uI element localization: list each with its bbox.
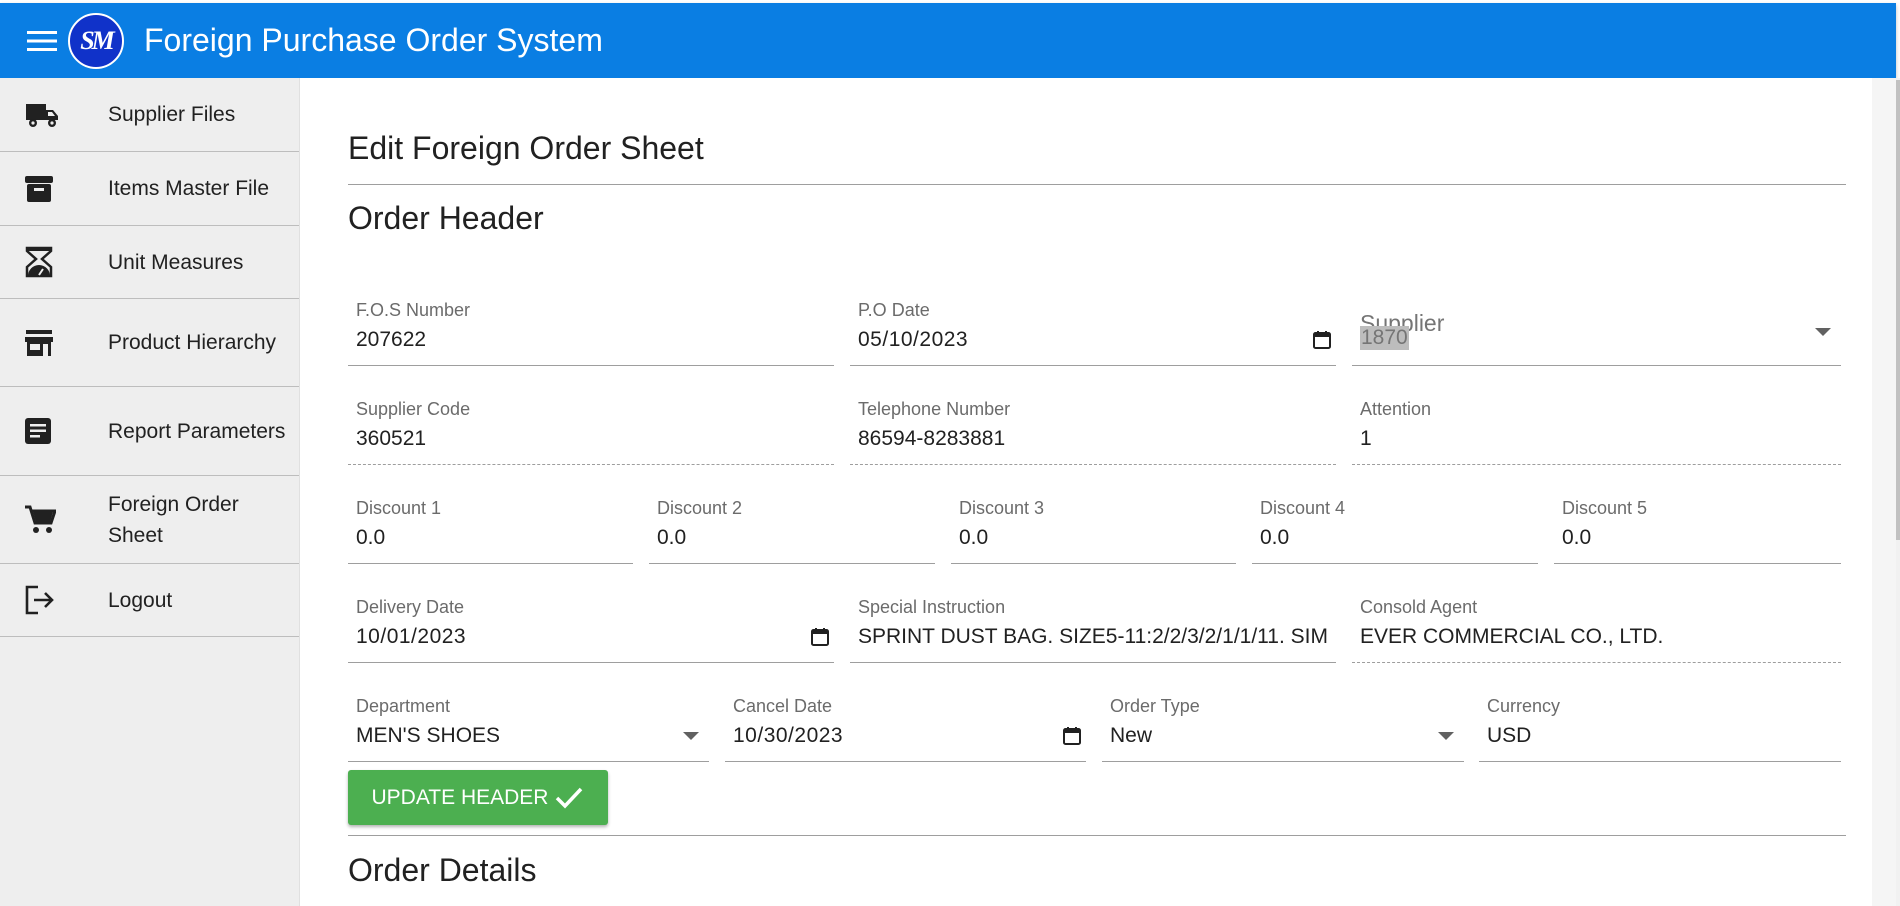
store-icon <box>0 329 108 357</box>
field-label: Discount 5 <box>1562 498 1648 518</box>
sidebar-item-label: Unit Measures <box>108 250 244 274</box>
consold-agent-field: Consold Agent EVER COMMERCIAL CO., LTD. <box>1352 593 1841 663</box>
field-label: Consold Agent <box>1360 597 1478 617</box>
order-header-title: Order Header <box>348 200 544 236</box>
field-value: SPRINT DUST BAG. SIZE5-11:2/2/3/2/1/1/11… <box>858 625 1328 648</box>
sidebar-item-label: Items Master File <box>108 177 270 200</box>
field-value: 86594-8283881 <box>858 427 1006 450</box>
supplier-code-field: Supplier Code 360521 <box>348 395 834 465</box>
supplier-select[interactable]: Supplier 1870 <box>1352 296 1841 366</box>
chevron-down-icon <box>1438 732 1454 740</box>
delivery-date-field[interactable]: Delivery Date 10/01/2023 <box>348 593 834 663</box>
field-label: Currency <box>1487 696 1561 716</box>
field-value: USD <box>1487 724 1532 747</box>
sidebar: Supplier Files Items Master File Unit Me… <box>0 78 300 906</box>
app-title: Foreign Purchase Order System <box>144 22 603 58</box>
sidebar-item-unit-measures[interactable]: Unit Measures <box>0 226 299 299</box>
field-label: Order Type <box>1110 696 1200 716</box>
field-value: 0.0 <box>1260 526 1290 549</box>
field-label: Discount 2 <box>657 498 743 518</box>
field-value: New <box>1110 724 1153 747</box>
telephone-field: Telephone Number 86594-8283881 <box>850 395 1336 465</box>
archive-icon <box>0 174 108 204</box>
sidebar-item-label: Report Parameters <box>108 419 286 443</box>
discount-3-field[interactable]: Discount 3 0.0 <box>951 494 1236 564</box>
sidebar-item-label: Product Hierarchy <box>108 331 277 354</box>
department-select[interactable]: Department MEN'S SHOES <box>348 692 709 762</box>
field-label: Telephone Number <box>858 399 1011 419</box>
field-value: 0.0 <box>959 526 989 549</box>
sidebar-item-label: Supplier Files <box>108 103 236 126</box>
field-label: Attention <box>1360 399 1432 419</box>
field-value: 10/01/2023 <box>356 625 467 648</box>
title-divider <box>348 184 1846 185</box>
sm-logo: SM <box>68 12 124 69</box>
fos-number-field[interactable]: F.O.S Number 207622 <box>348 296 834 366</box>
chevron-down-icon <box>683 732 699 740</box>
details-divider <box>348 835 1846 836</box>
field-label: Cancel Date <box>733 696 833 716</box>
po-date-field[interactable]: P.O Date 05/10/2023 <box>850 296 1336 366</box>
cancel-date-field[interactable]: Cancel Date 10/30/2023 <box>725 692 1086 762</box>
chevron-down-icon <box>1815 328 1831 336</box>
field-label: P.O Date <box>858 300 930 320</box>
app-bar: SM Foreign Purchase Order System <box>0 3 1896 78</box>
calendar-icon[interactable] <box>810 627 830 652</box>
field-value: 0.0 <box>356 526 386 549</box>
main-content: Edit Foreign Order Sheet Order Header F.… <box>300 78 1872 906</box>
truck-icon <box>0 102 108 128</box>
page-margin <box>1872 78 1896 906</box>
hamburger-icon <box>27 30 57 51</box>
menu-button[interactable] <box>18 17 66 65</box>
scrollbar-thumb[interactable] <box>1896 80 1900 540</box>
sidebar-item-product-hierarchy[interactable]: Product Hierarchy <box>0 299 299 387</box>
update-header-button[interactable]: UPDATE HEADER <box>348 770 608 825</box>
discount-4-field[interactable]: Discount 4 0.0 <box>1252 494 1538 564</box>
field-value: 1 <box>1360 427 1372 450</box>
order-details-title: Order Details <box>348 852 537 888</box>
field-value: 0.0 <box>1562 526 1592 549</box>
order-type-select[interactable]: Order Type New <box>1102 692 1464 762</box>
field-label: Discount 3 <box>959 498 1045 518</box>
field-label: F.O.S Number <box>356 300 471 320</box>
field-value: MEN'S SHOES <box>356 724 501 747</box>
field-value: 207622 <box>356 328 427 351</box>
field-label: Discount 4 <box>1260 498 1346 518</box>
sidebar-item-logout[interactable]: Logout <box>0 564 299 637</box>
update-header-label: UPDATE HEADER <box>371 785 549 809</box>
field-label: Discount 1 <box>356 498 442 518</box>
sidebar-item-foreign-order-sheet[interactable]: Foreign Order Sheet <box>0 476 299 564</box>
logout-icon <box>0 585 108 615</box>
document-icon <box>0 417 108 445</box>
discount-2-field[interactable]: Discount 2 0.0 <box>649 494 935 564</box>
field-value: 10/30/2023 <box>733 724 844 747</box>
supplier-value: 1870 <box>1360 326 1409 350</box>
calendar-icon[interactable] <box>1312 330 1332 355</box>
discount-1-field[interactable]: Discount 1 0.0 <box>348 494 633 564</box>
checkmark-icon <box>556 787 583 809</box>
sidebar-item-supplier-files[interactable]: Supplier Files <box>0 78 299 152</box>
field-label: Delivery Date <box>356 597 465 617</box>
scale-icon <box>0 246 108 278</box>
field-value: 360521 <box>356 427 427 450</box>
field-label: Department <box>356 696 451 716</box>
field-value: 0.0 <box>657 526 687 549</box>
sidebar-item-items-master-file[interactable]: Items Master File <box>0 152 299 226</box>
sidebar-item-label: Logout <box>108 588 173 612</box>
currency-field[interactable]: Currency USD <box>1479 692 1841 762</box>
field-label: Special Instruction <box>858 597 1006 617</box>
sidebar-item-report-parameters[interactable]: Report Parameters <box>0 387 299 476</box>
field-label: Supplier Code <box>356 399 471 419</box>
page-title: Edit Foreign Order Sheet <box>348 130 704 166</box>
sidebar-item-label: Foreign Order Sheet <box>108 492 239 547</box>
field-value: 05/10/2023 <box>858 328 969 351</box>
calendar-icon[interactable] <box>1062 726 1082 751</box>
discount-5-field[interactable]: Discount 5 0.0 <box>1554 494 1841 564</box>
attention-field: Attention 1 <box>1352 395 1841 465</box>
field-value: EVER COMMERCIAL CO., LTD. <box>1360 625 1664 648</box>
top-frame: SM Foreign Purchase Order System <box>0 0 1900 78</box>
cart-icon <box>0 505 108 535</box>
special-instruction-field[interactable]: Special Instruction SPRINT DUST BAG. SIZ… <box>850 593 1336 663</box>
